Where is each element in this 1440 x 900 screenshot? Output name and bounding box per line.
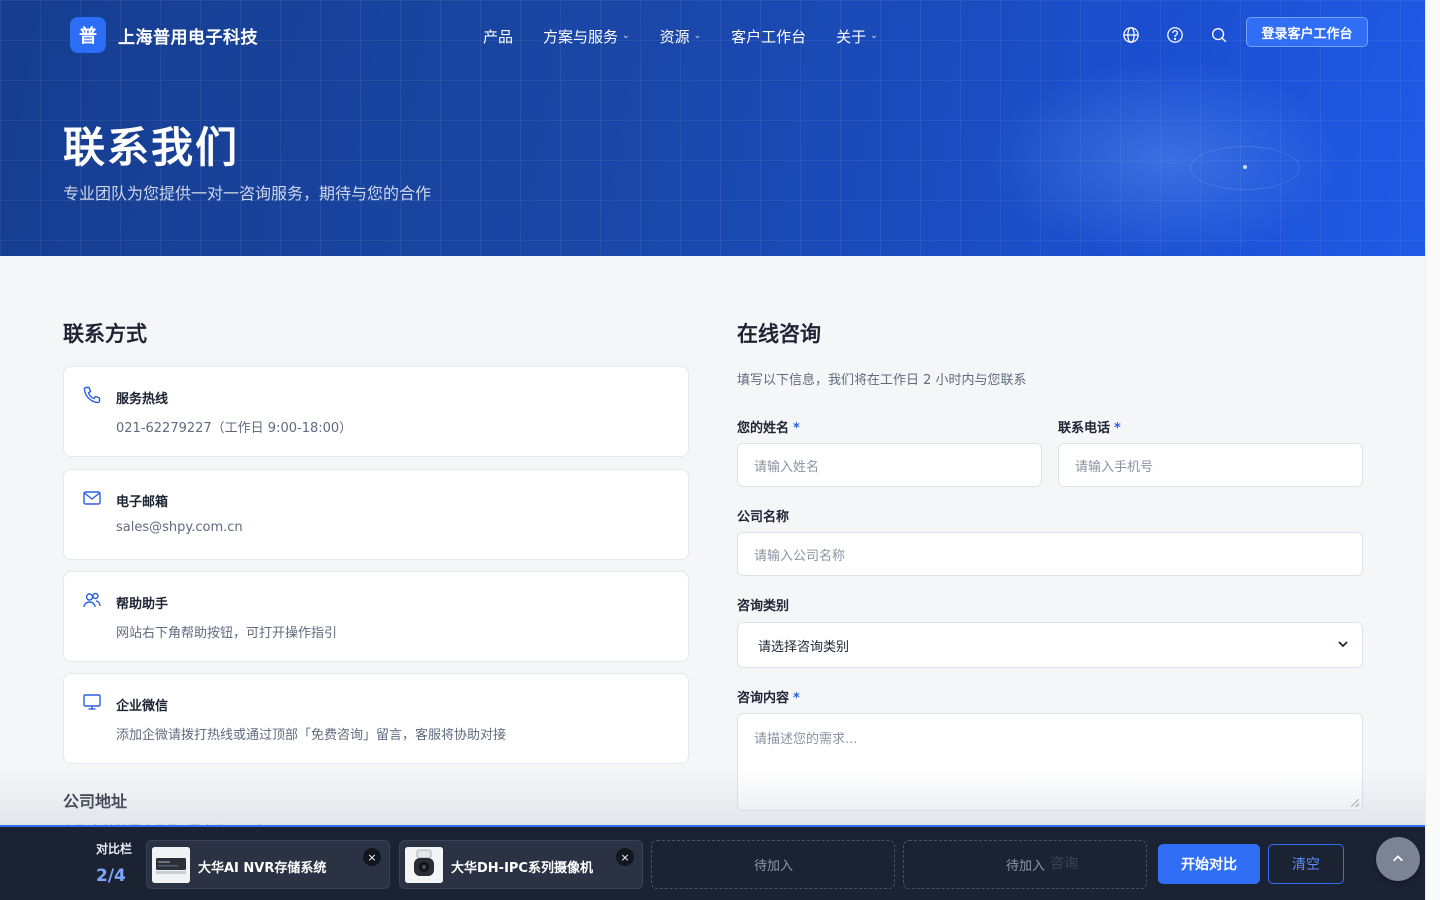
required-mark: * <box>1114 421 1121 436</box>
main-nav: 产品 方案与服务 ⌄ 资源 ⌄ 客户工作台 关于 ⌄ <box>483 24 908 48</box>
contact-card-desc[interactable]: sales@shpy.com.cn <box>116 520 243 535</box>
nav-label: 客户工作台 <box>731 27 807 46</box>
close-icon[interactable]: × <box>616 848 634 866</box>
content-textarea[interactable]: 请描述您的需求... <box>737 713 1363 811</box>
nav-item-resources[interactable]: 资源 ⌄ <box>660 26 702 47</box>
compare-product-name: 大华AI NVR存储系统 <box>198 861 327 876</box>
type-select-value: 请选择咨询类别 <box>758 639 850 655</box>
header-tools <box>1120 24 1252 46</box>
nav-item-solutions[interactable]: 方案与服务 ⌄ <box>543 26 630 47</box>
nav-item-products[interactable]: 产品 <box>483 26 513 47</box>
compare-slot-4-empty: 待加入 <box>903 840 1147 889</box>
back-to-top-button[interactable] <box>1376 837 1420 881</box>
chevron-down-icon: ⌄ <box>693 31 702 41</box>
compare-slot-2[interactable]: 大华DH-IPC系列摄像机 × <box>399 840 643 889</box>
contact-section-title: 联系方式 <box>63 322 147 346</box>
compare-slot-1[interactable]: 大华AI NVR存储系统 × <box>146 840 390 889</box>
content-label-text: 咨询内容 <box>737 691 790 706</box>
type-label: 咨询类别 <box>737 599 790 614</box>
name-label: 您的姓名 * <box>737 417 800 436</box>
compare-count: 2/4 <box>96 866 126 886</box>
camera-product-thumbnail <box>405 847 443 883</box>
clear-compare-button[interactable]: 清空 <box>1268 844 1344 884</box>
required-mark: * <box>793 691 800 706</box>
contact-card-wecom: 企业微信 添加企微请拨打热线或通过顶部「免费咨询」留言，客服将协助对接 <box>63 673 689 764</box>
hero-dot-decoration <box>1243 165 1247 169</box>
contact-card-title: 服务热线 <box>116 392 169 407</box>
start-compare-button[interactable]: 开始对比 <box>1158 844 1260 884</box>
chevron-down-icon <box>1336 637 1350 651</box>
contact-card-desc: 网站右下角帮助按钮，可打开操作指引 <box>116 626 338 641</box>
scrollbar[interactable] <box>1425 0 1440 900</box>
phone-input[interactable]: 请输入手机号 <box>1058 443 1363 487</box>
form-subtitle: 填写以下信息，我们将在工作日 2 小时内与您联系 <box>737 373 1027 388</box>
address-title: 公司地址 <box>63 792 128 811</box>
logo-mark: 普 <box>70 17 106 53</box>
users-icon <box>82 590 104 612</box>
nav-label: 方案与服务 <box>543 27 619 46</box>
compare-product-name: 大华DH-IPC系列摄像机 <box>451 861 593 876</box>
contact-card-email: 电子邮箱 sales@shpy.com.cn <box>63 469 689 560</box>
company-label: 公司名称 <box>737 510 790 525</box>
login-workbench-button[interactable]: 登录客户工作台 <box>1246 17 1368 47</box>
contact-card-title: 企业微信 <box>116 699 169 714</box>
phone-label-text: 联系电话 <box>1058 421 1111 436</box>
phone-label: 联系电话 * <box>1058 417 1121 436</box>
globe-icon[interactable] <box>1120 24 1142 46</box>
search-icon[interactable] <box>1208 24 1230 46</box>
brand-logo[interactable]: 普 上海普用电子科技 <box>70 17 258 53</box>
contact-card-title: 帮助助手 <box>116 597 169 612</box>
resize-grip-icon[interactable] <box>1351 799 1359 807</box>
page-title: 联系我们 <box>63 123 240 172</box>
brand-name: 上海普用电子科技 <box>118 27 258 48</box>
nav-label: 资源 <box>659 27 690 46</box>
nvr-product-thumbnail <box>152 847 190 883</box>
content-placeholder: 请描述您的需求... <box>754 732 858 747</box>
compare-bar-label: 对比栏 <box>96 842 133 856</box>
help-icon[interactable] <box>1164 24 1186 46</box>
chevron-up-icon <box>1393 855 1403 862</box>
contact-card-helper: 帮助助手 网站右下角帮助按钮，可打开操作指引 <box>63 571 689 662</box>
monitor-icon <box>82 692 104 714</box>
compare-slot-3-empty: 待加入 <box>651 840 895 889</box>
type-select[interactable]: 请选择咨询类别 <box>737 622 1363 668</box>
phone-icon <box>82 385 104 407</box>
chevron-down-icon: ⌄ <box>870 31 878 41</box>
empty-slot-label: 待加入 <box>754 859 794 874</box>
submit-button-ghost: 咨询 <box>1050 856 1078 872</box>
nav-label: 关于 <box>836 27 867 46</box>
content-label: 咨询内容 * <box>737 687 800 706</box>
company-input[interactable]: 请输入公司名称 <box>737 532 1363 576</box>
mail-icon <box>82 488 104 510</box>
form-section-title: 在线咨询 <box>737 322 821 346</box>
name-input[interactable]: 请输入姓名 <box>737 443 1042 487</box>
contact-card-desc: 添加企微请拨打热线或通过顶部「免费咨询」留言，客服将协助对接 <box>116 728 507 743</box>
page-subtitle: 专业团队为您提供一对一咨询服务，期待与您的合作 <box>63 184 432 203</box>
required-mark: * <box>793 421 800 436</box>
empty-slot-label: 待加入 <box>1006 859 1046 874</box>
contact-card-hotline: 服务热线 021-62279227（工作日 9:00-18:00） <box>63 366 689 457</box>
chevron-down-icon: ⌄ <box>622 31 630 41</box>
name-label-text: 您的姓名 <box>737 421 790 436</box>
contact-card-title: 电子邮箱 <box>116 495 169 510</box>
close-icon[interactable]: × <box>363 848 381 866</box>
nav-item-about[interactable]: 关于 ⌄ <box>836 26 878 47</box>
hero-banner: 普 上海普用电子科技 产品 方案与服务 ⌄ 资源 ⌄ 客户工作台 关于 ⌄ 登录… <box>0 0 1425 256</box>
nav-item-workbench[interactable]: 客户工作台 <box>731 26 806 47</box>
contact-card-desc: 021-62279227（工作日 9:00-18:00） <box>116 421 353 436</box>
compare-bar: 对比栏 2/4 大华AI NVR存储系统 × 大华DH-IPC系列摄像机 × 待… <box>0 825 1425 900</box>
nav-label: 产品 <box>483 27 514 46</box>
